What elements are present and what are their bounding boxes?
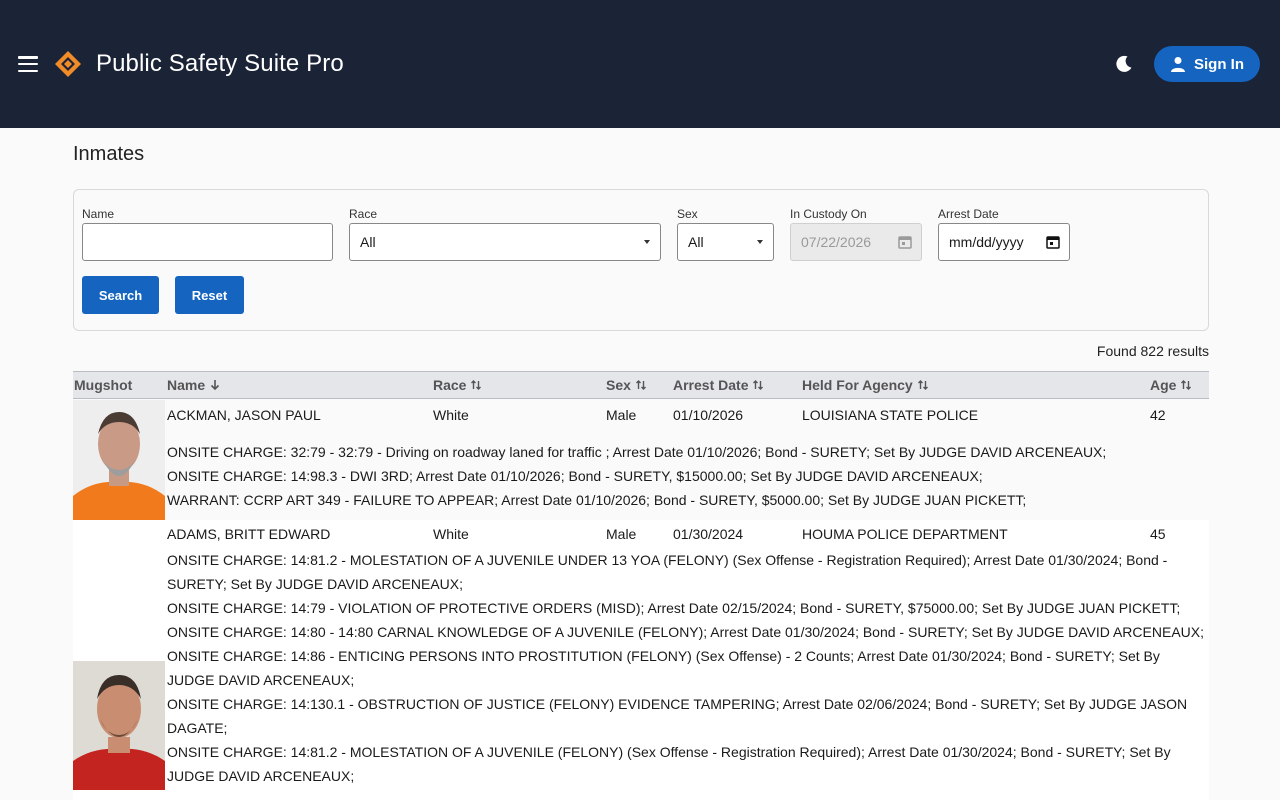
inmate-arrest-date: 01/30/2024 [673, 526, 744, 542]
sex-filter-label: Sex [677, 207, 698, 221]
inmate-name[interactable]: ADAMS, BRITT EDWARD [167, 526, 330, 542]
charge-item: ONSITE CHARGE: 14:81.2 - MOLESTATION OF … [167, 744, 1171, 784]
inmate-name[interactable]: ACKMAN, JASON PAUL [167, 407, 321, 423]
sort-icon [635, 380, 646, 390]
sign-in-button[interactable]: Sign In [1154, 46, 1260, 82]
inmate-agency: HOUMA POLICE DEPARTMENT [802, 526, 1008, 542]
inmate-sex: Male [606, 526, 637, 542]
table-row[interactable]: ADAMS, BRITT EDWARD White Male 01/30/202… [73, 520, 1209, 800]
race-filter-label: Race [349, 207, 378, 221]
sort-descending-icon [211, 380, 220, 391]
calendar-icon[interactable] [1046, 235, 1060, 249]
inmate-arrest-date: 01/10/2026 [673, 407, 744, 423]
race-filter: Race All [349, 207, 661, 261]
inmate-agency: LOUISIANA STATE POLICE [802, 407, 979, 423]
app-title: Public Safety Suite Pro [96, 50, 344, 77]
race-select-value: All [360, 234, 376, 250]
sort-icon [917, 380, 928, 390]
charge-item: WARRANT: CCRP ART 349 - FAILURE TO APPEA… [167, 492, 1027, 508]
sort-icon [753, 380, 764, 390]
inmate-age: 45 [1150, 526, 1166, 542]
sort-icon [1181, 380, 1192, 390]
table-header: Mugshot Name Race Sex Arrest Date Held F… [73, 371, 1209, 399]
app-logo-icon [55, 51, 81, 77]
reset-button[interactable]: Reset [175, 276, 244, 314]
column-header-sex[interactable]: Sex [606, 377, 647, 393]
charges-list: ONSITE CHARGE: 32:79 - 32:79 - Driving o… [167, 440, 1209, 512]
column-header-age[interactable]: Age [1150, 377, 1192, 393]
custody-date-value: 07/22/2026 [801, 234, 872, 250]
page-title: Inmates [73, 143, 145, 165]
search-button[interactable]: Search [82, 276, 159, 314]
charge-item: ONSITE CHARGE: 14:86 - ENTICING PERSONS … [167, 648, 1160, 688]
mugshot-image [73, 400, 165, 520]
inmates-table: Mugshot Name Race Sex Arrest Date Held F… [73, 371, 1209, 800]
chevron-down-icon [644, 240, 650, 244]
charge-item: ONSITE CHARGE: 14:80 - 14:80 CARNAL KNOW… [167, 624, 1204, 640]
calendar-icon [898, 236, 912, 249]
mugshot-image [73, 661, 165, 790]
race-select[interactable]: All [349, 223, 661, 261]
name-filter-label: Name [82, 207, 115, 221]
inmate-age: 42 [1150, 407, 1166, 423]
charge-item: ONSITE CHARGE: 32:79 - 32:79 - Driving o… [167, 444, 1107, 460]
top-app-bar: Public Safety Suite Pro Sign In [0, 0, 1280, 128]
column-header-mugshot: Mugshot [74, 377, 133, 393]
custody-filter: In Custody On 07/22/2026 [790, 207, 922, 261]
table-row[interactable]: ACKMAN, JASON PAUL White Male 01/10/2026… [73, 399, 1209, 520]
sex-select[interactable]: All [677, 223, 774, 261]
arrest-date-filter: Arrest Date mm/dd/yyyy [938, 207, 1070, 261]
column-header-name[interactable]: Name [167, 377, 221, 393]
filter-panel: Name Race All Sex All In Custody On 07/2… [73, 189, 1209, 331]
sort-icon [471, 380, 482, 390]
arrest-date-filter-label: Arrest Date [938, 207, 999, 221]
sex-select-value: All [688, 234, 704, 250]
column-header-agency[interactable]: Held For Agency [802, 377, 929, 393]
menu-icon[interactable] [18, 56, 38, 72]
chevron-down-icon [757, 240, 763, 244]
sign-in-label: Sign In [1194, 55, 1244, 73]
name-filter: Name [82, 207, 333, 261]
custody-date-input: 07/22/2026 [790, 223, 922, 261]
column-header-arrest-date[interactable]: Arrest Date [673, 377, 764, 393]
charge-item: ONSITE CHARGE: 14:79 - VIOLATION OF PROT… [167, 600, 1181, 616]
user-icon [1171, 57, 1185, 72]
custody-filter-label: In Custody On [790, 207, 867, 221]
inmate-sex: Male [606, 407, 637, 423]
charge-item: ONSITE CHARGE: 14:98.3 - DWI 3RD; Arrest… [167, 468, 983, 484]
charge-item: ONSITE CHARGE: 14:130.1 - OBSTRUCTION OF… [167, 696, 1188, 736]
dark-mode-toggle-icon[interactable] [1114, 54, 1134, 74]
inmate-race: White [433, 407, 469, 423]
sex-filter: Sex All [677, 207, 774, 261]
charge-item: ONSITE CHARGE: 14:81.2 - MOLESTATION OF … [167, 552, 1168, 592]
column-header-race[interactable]: Race [433, 377, 482, 393]
arrest-date-input[interactable]: mm/dd/yyyy [938, 223, 1070, 261]
results-count: Found 822 results [1096, 343, 1209, 359]
name-input[interactable] [82, 223, 333, 261]
inmate-race: White [433, 526, 469, 542]
charges-list: ONSITE CHARGE: 14:81.2 - MOLESTATION OF … [167, 548, 1209, 788]
arrest-date-value: mm/dd/yyyy [949, 234, 1024, 250]
